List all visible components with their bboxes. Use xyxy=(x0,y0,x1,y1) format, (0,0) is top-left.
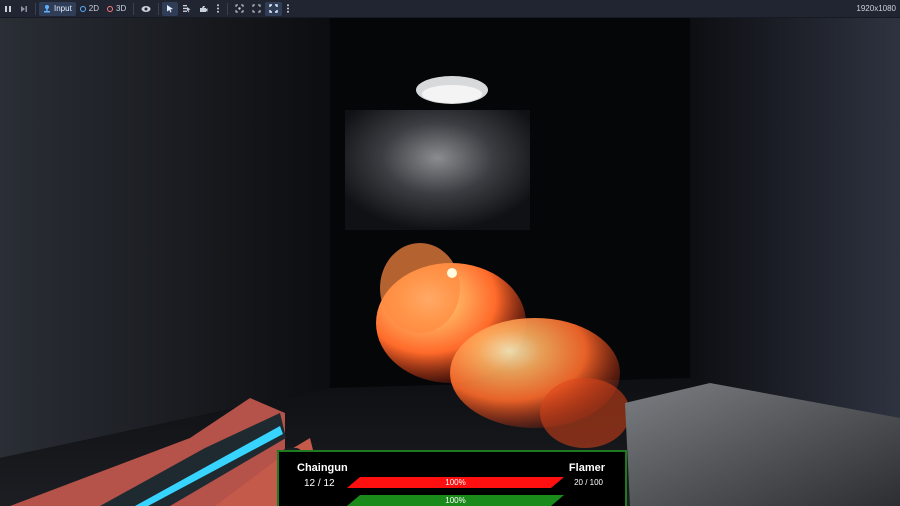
visibility-button[interactable] xyxy=(137,2,155,16)
expand-icon xyxy=(252,4,261,13)
joystick-icon xyxy=(44,5,50,13)
circle-3d-icon xyxy=(107,5,114,12)
cursor-arrow-icon xyxy=(167,5,174,13)
health-bar-label: 100% xyxy=(445,478,466,487)
expand-view-button[interactable] xyxy=(248,2,265,16)
eye-icon xyxy=(141,5,151,12)
resolution-readout: 1920x1080 xyxy=(856,4,896,13)
health-bar: 100% xyxy=(347,477,564,488)
primary-weapon-ammo: 12 / 12 xyxy=(304,478,335,489)
toolbar-separator xyxy=(158,2,160,15)
game-toolbar: Input 2D 3D 1920x1080 xyxy=(0,0,900,18)
corridor-scene xyxy=(0,18,900,506)
fit-corners-icon xyxy=(269,4,278,13)
input-button-label: Input xyxy=(54,4,72,13)
input-button[interactable]: Input xyxy=(39,1,76,16)
view-2d-label: 2D xyxy=(88,4,100,13)
step-forward-icon xyxy=(21,5,27,12)
armor-bar: 100% xyxy=(347,495,564,506)
camera-button[interactable] xyxy=(195,2,212,16)
camera-icon xyxy=(200,5,208,12)
view-3d-button[interactable]: 3D xyxy=(103,2,130,16)
secondary-weapon-name: Flamer xyxy=(568,462,605,474)
primary-weapon-name: Chaingun xyxy=(297,462,348,474)
circle-2d-icon xyxy=(79,5,86,12)
more-options-button[interactable] xyxy=(212,2,224,16)
toolbar-separator xyxy=(227,2,229,15)
pause-button[interactable] xyxy=(0,2,16,16)
step-frame-button[interactable] xyxy=(16,2,32,16)
weapon-hud-panel: Chaingun 12 / 12 Flamer 20 / 100 100% 10… xyxy=(277,450,627,506)
list-cursor-icon xyxy=(183,5,191,13)
frame-select-button[interactable] xyxy=(231,2,248,16)
vertical-dots-icon xyxy=(287,4,290,13)
pause-icon xyxy=(5,5,11,12)
frame-target-icon xyxy=(235,4,244,13)
game-viewport[interactable] xyxy=(0,18,900,506)
toolbar-separator xyxy=(35,2,36,15)
armor-bar-label: 100% xyxy=(445,496,466,505)
fit-view-button[interactable] xyxy=(265,1,283,16)
secondary-weapon-ammo: 20 / 100 xyxy=(574,478,603,487)
vertical-dots-icon xyxy=(217,4,220,13)
view-3d-label: 3D xyxy=(116,4,127,13)
select-tool-button[interactable] xyxy=(162,1,179,16)
more-view-options-button[interactable] xyxy=(282,2,294,16)
toolbar-separator xyxy=(133,2,135,15)
view-2d-button[interactable]: 2D xyxy=(76,2,103,16)
list-select-button[interactable] xyxy=(178,2,195,16)
